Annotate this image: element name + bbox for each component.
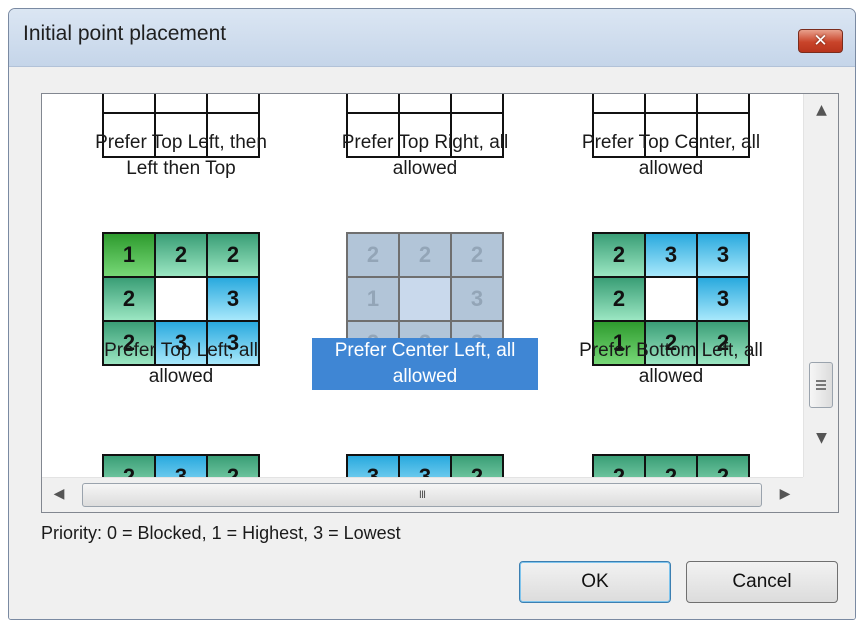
grid-cell xyxy=(646,278,696,320)
ok-button[interactable]: OK xyxy=(519,561,671,603)
close-button[interactable]: ✕ xyxy=(798,29,843,53)
grid-cell: 3 xyxy=(646,234,696,276)
priority-grid: 232 xyxy=(102,454,260,479)
vertical-scrollbar[interactable]: ▲ ▼ xyxy=(803,94,838,479)
caption-line: allowed xyxy=(638,366,704,387)
grid-cell: 3 xyxy=(452,278,502,320)
grid-cell xyxy=(348,94,398,112)
horizontal-scrollbar[interactable]: ◀ III ▶ xyxy=(42,477,805,512)
horizontal-grip-icon: III xyxy=(418,489,426,501)
dialog-content: 200Prefer Top Left, thenLeft then Top332… xyxy=(9,67,855,619)
priority-legend: Priority: 0 = Blocked, 1 = Highest, 3 = … xyxy=(41,523,401,543)
grid-cell: 2 xyxy=(452,456,502,479)
grid-cell: 2 xyxy=(452,234,502,276)
grid-cell: 2 xyxy=(698,456,748,479)
scroll-right-arrow-icon[interactable]: ▶ xyxy=(770,486,800,502)
grid-cell: 3 xyxy=(698,278,748,320)
placement-dialog: Initial point placement ✕ 200Prefer Top … xyxy=(8,8,856,620)
priority-grid: 332 xyxy=(346,454,504,479)
placement-caption: Prefer Bottom Left, all allowed xyxy=(562,338,780,390)
grid-cell: 2 xyxy=(400,234,450,276)
grid-cell: 2 xyxy=(348,234,398,276)
caption-line: Prefer Top Left, all xyxy=(104,340,258,361)
grid-cell xyxy=(452,94,502,112)
grid-cell: 3 xyxy=(156,456,206,479)
scroll-left-arrow-icon[interactable]: ◀ xyxy=(44,486,74,502)
scroll-corner xyxy=(803,477,838,512)
placement-list-viewport: 200Prefer Top Left, thenLeft then Top332… xyxy=(42,94,805,479)
placement-caption: Prefer Top Left, then Left then Top xyxy=(72,130,290,182)
grid-cell: 3 xyxy=(208,278,258,320)
grid-cell xyxy=(400,94,450,112)
grid-cell xyxy=(104,94,154,112)
scroll-up-arrow-icon[interactable]: ▲ xyxy=(804,102,838,118)
caption-line: Prefer Top Left, then xyxy=(95,132,267,153)
caption-line: Left then Top xyxy=(126,158,236,179)
placement-caption: Prefer Center Left, all allowed xyxy=(312,338,538,390)
grid-cell: 2 xyxy=(104,456,154,479)
placement-caption: Prefer Top Left, all allowed xyxy=(72,338,290,390)
close-icon: ✕ xyxy=(813,31,828,51)
grid-cell: 3 xyxy=(400,456,450,479)
placement-list[interactable]: 200Prefer Top Left, thenLeft then Top332… xyxy=(41,93,839,513)
grid-cell xyxy=(156,278,206,320)
priority-grid: 222 xyxy=(592,454,750,479)
caption-line: allowed xyxy=(638,158,704,179)
cancel-button[interactable]: Cancel xyxy=(686,561,838,603)
grid-cell xyxy=(400,278,450,320)
grip-icon xyxy=(816,380,826,390)
caption-line: Prefer Top Right, all xyxy=(341,132,509,153)
grid-cell xyxy=(698,94,748,112)
caption-line: allowed xyxy=(392,158,458,179)
grid-cell: 2 xyxy=(156,234,206,276)
grid-cell: 3 xyxy=(348,456,398,479)
dialog-title: Initial point placement xyxy=(23,22,227,45)
scroll-down-arrow-icon[interactable]: ▼ xyxy=(804,430,838,446)
title-bar: Initial point placement ✕ xyxy=(9,9,855,67)
vertical-scroll-thumb[interactable] xyxy=(809,362,833,408)
placement-caption: Prefer Top Right, all allowed xyxy=(316,130,534,182)
horizontal-scroll-thumb[interactable]: III xyxy=(82,483,762,507)
grid-cell: 3 xyxy=(698,234,748,276)
grid-cell: 2 xyxy=(208,234,258,276)
caption-line: allowed xyxy=(392,366,458,387)
caption-line: allowed xyxy=(148,366,214,387)
grid-cell: 2 xyxy=(208,456,258,479)
grid-cell: 2 xyxy=(104,278,154,320)
grid-cell: 2 xyxy=(594,278,644,320)
caption-line: Prefer Bottom Left, all xyxy=(579,340,763,361)
caption-line: Prefer Center Left, all xyxy=(334,340,516,361)
caption-line: Prefer Top Center, all xyxy=(581,132,761,153)
grid-cell: 2 xyxy=(594,234,644,276)
grid-cell xyxy=(646,94,696,112)
grid-cell: 1 xyxy=(104,234,154,276)
grid-cell xyxy=(156,94,206,112)
grid-cell: 2 xyxy=(594,456,644,479)
grid-cell: 1 xyxy=(348,278,398,320)
placement-caption: Prefer Top Center, all allowed xyxy=(562,130,780,182)
grid-cell xyxy=(208,94,258,112)
grid-cell xyxy=(594,94,644,112)
grid-cell: 2 xyxy=(646,456,696,479)
